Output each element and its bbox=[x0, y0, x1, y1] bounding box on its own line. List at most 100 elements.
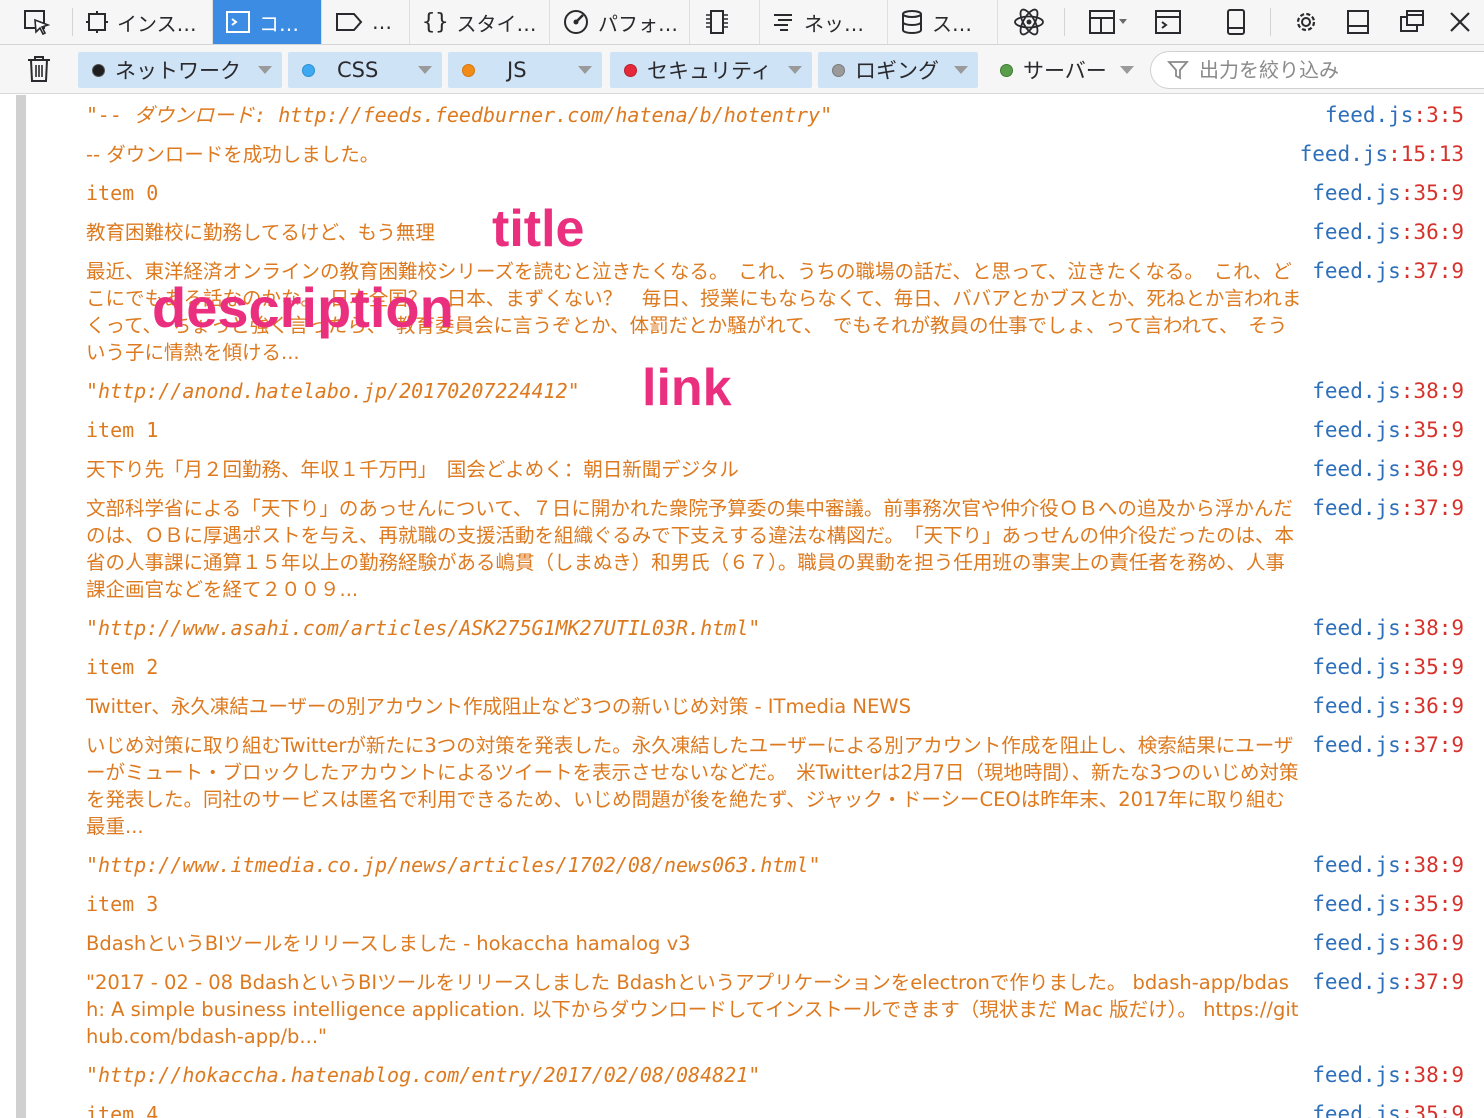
annotation-title: title bbox=[492, 200, 585, 258]
source-file: feed.js bbox=[1299, 142, 1389, 166]
source-link[interactable]: feed.js:37:9 bbox=[1312, 495, 1464, 522]
element-picker-button[interactable] bbox=[0, 0, 72, 44]
source-line: :36:9 bbox=[1400, 457, 1464, 481]
source-link[interactable]: feed.js:35:9 bbox=[1312, 891, 1464, 918]
tab-label: ス… bbox=[932, 11, 972, 36]
source-file: feed.js bbox=[1312, 181, 1401, 205]
source-file: feed.js bbox=[1312, 970, 1401, 994]
source-link[interactable]: feed.js:36:9 bbox=[1312, 456, 1464, 483]
tab-console[interactable]: コ… bbox=[213, 0, 322, 44]
filter-output-input[interactable] bbox=[1197, 57, 1471, 83]
tab-label: … bbox=[372, 10, 392, 34]
performance-icon bbox=[564, 10, 588, 34]
clear-console-button[interactable] bbox=[16, 47, 62, 91]
annotation-description: description bbox=[152, 276, 454, 339]
filter-label: ロギング bbox=[855, 59, 939, 83]
trash-icon bbox=[28, 56, 50, 82]
style-editor-icon: {} bbox=[422, 9, 449, 35]
react-icon bbox=[1014, 8, 1044, 36]
console-gutter bbox=[16, 95, 26, 1118]
tab-inspector[interactable]: インス… bbox=[73, 0, 213, 44]
source-link[interactable]: feed.js:3:5 bbox=[1325, 102, 1464, 129]
source-link[interactable]: feed.js:36:9 bbox=[1312, 219, 1464, 246]
tab-storage[interactable]: ス… bbox=[888, 0, 998, 44]
console-message: item 1 bbox=[86, 418, 159, 442]
settings-button[interactable] bbox=[1284, 0, 1328, 44]
filter-security-button[interactable]: セキュリティ bbox=[610, 52, 812, 88]
source-link[interactable]: feed.js:37:9 bbox=[1312, 732, 1464, 759]
source-link[interactable]: feed.js:35:9 bbox=[1312, 417, 1464, 444]
filter-css-button[interactable]: CSS bbox=[288, 52, 442, 88]
console-message: item 0 bbox=[86, 181, 159, 205]
source-file: feed.js bbox=[1312, 220, 1401, 244]
server-dot-icon bbox=[1000, 63, 1013, 77]
source-link[interactable]: feed.js:15:13 bbox=[1300, 141, 1464, 168]
close-devtools-button[interactable] bbox=[1438, 0, 1482, 44]
gear-icon bbox=[1296, 12, 1316, 32]
filter-server-button[interactable]: サーバー bbox=[986, 52, 1144, 88]
console-message: item 4 bbox=[86, 1102, 159, 1118]
dock-bottom-button[interactable] bbox=[1336, 0, 1380, 44]
console-message: -- ダウンロードを成功しました。 bbox=[86, 143, 380, 166]
element-picker-icon bbox=[24, 10, 50, 36]
tab-debugger[interactable]: … bbox=[322, 0, 410, 44]
filter-js-button[interactable]: JS bbox=[448, 52, 602, 88]
tab-memory[interactable] bbox=[690, 0, 760, 44]
source-link[interactable]: feed.js:38:9 bbox=[1312, 1062, 1464, 1089]
source-line: :3:5 bbox=[1413, 103, 1464, 127]
console-message: item 3 bbox=[86, 892, 159, 916]
toolbar-divider bbox=[1270, 8, 1271, 36]
filter-network-button[interactable]: ネットワーク bbox=[78, 52, 282, 88]
close-icon bbox=[1450, 12, 1470, 32]
source-file: feed.js bbox=[1312, 733, 1401, 757]
source-line: :36:9 bbox=[1400, 931, 1464, 955]
console-message: "http://www.asahi.com/articles/ASK275G1M… bbox=[86, 616, 761, 640]
source-file: feed.js bbox=[1312, 259, 1401, 283]
source-line: :36:9 bbox=[1400, 694, 1464, 718]
console-message: Twitter、永久凍結ユーザーの別アカウント作成阻止など3つの新いじめ対策 -… bbox=[86, 695, 911, 718]
source-line: :38:9 bbox=[1400, 853, 1464, 877]
source-file: feed.js bbox=[1324, 103, 1414, 127]
source-line: :37:9 bbox=[1400, 496, 1464, 520]
source-line: :37:9 bbox=[1400, 970, 1464, 994]
source-line: :15:13 bbox=[1388, 142, 1464, 166]
responsive-design-button[interactable] bbox=[1214, 0, 1258, 44]
network-dot-icon bbox=[92, 63, 105, 77]
source-line: :38:9 bbox=[1400, 379, 1464, 403]
devtools-toolbar: インス… コ… … {} スタイ… パフォ… ネッ… ス… bbox=[0, 0, 1484, 45]
source-link[interactable]: feed.js:36:9 bbox=[1312, 693, 1464, 720]
filter-label: セキュリティ bbox=[647, 59, 772, 83]
source-link[interactable]: feed.js:36:9 bbox=[1312, 930, 1464, 957]
source-link[interactable]: feed.js:35:9 bbox=[1312, 180, 1464, 207]
source-link[interactable]: feed.js:38:9 bbox=[1312, 852, 1464, 879]
source-line: :35:9 bbox=[1400, 892, 1464, 916]
source-link[interactable]: feed.js:37:9 bbox=[1312, 969, 1464, 996]
source-link[interactable]: feed.js:38:9 bbox=[1312, 378, 1464, 405]
tab-performance[interactable]: パフォ… bbox=[550, 0, 690, 44]
chevron-down-icon bbox=[258, 66, 272, 74]
tab-react[interactable] bbox=[998, 0, 1060, 44]
chevron-down-icon bbox=[788, 66, 802, 74]
split-console-button[interactable] bbox=[1146, 0, 1190, 44]
source-link[interactable]: feed.js:35:9 bbox=[1312, 1101, 1464, 1118]
chevron-down-icon bbox=[954, 66, 968, 74]
css-dot-icon bbox=[302, 63, 315, 77]
filter-label: サーバー bbox=[1023, 59, 1107, 83]
tab-style-editor[interactable]: {} スタイ… bbox=[410, 0, 550, 44]
memory-icon bbox=[706, 10, 728, 34]
source-link[interactable]: feed.js:37:9 bbox=[1312, 258, 1464, 285]
source-file: feed.js bbox=[1312, 892, 1401, 916]
filter-logging-button[interactable]: ロギング bbox=[818, 52, 978, 88]
source-link[interactable]: feed.js:38:9 bbox=[1312, 615, 1464, 642]
debugger-icon bbox=[336, 13, 363, 31]
chevron-down-icon bbox=[1120, 66, 1134, 74]
undock-button[interactable] bbox=[1390, 0, 1434, 44]
source-link[interactable]: feed.js:35:9 bbox=[1312, 654, 1464, 681]
console-message: 文部科学省による「天下り」のあっせんについて、７日に開かれた衆院予算委の集中審議… bbox=[86, 497, 1295, 601]
filter-output-field[interactable] bbox=[1150, 51, 1484, 89]
console-message: 天下り先「月２回勤務、年収１千万円」 国会どよめく：朝日新聞デジタル bbox=[86, 458, 739, 481]
layout-menu-button[interactable] bbox=[1078, 0, 1138, 44]
console-message: "2017 - 02 - 08 BdashというBIツールをリリースしました B… bbox=[86, 971, 1299, 1048]
tab-network[interactable]: ネッ… bbox=[760, 0, 888, 44]
source-file: feed.js bbox=[1312, 931, 1401, 955]
